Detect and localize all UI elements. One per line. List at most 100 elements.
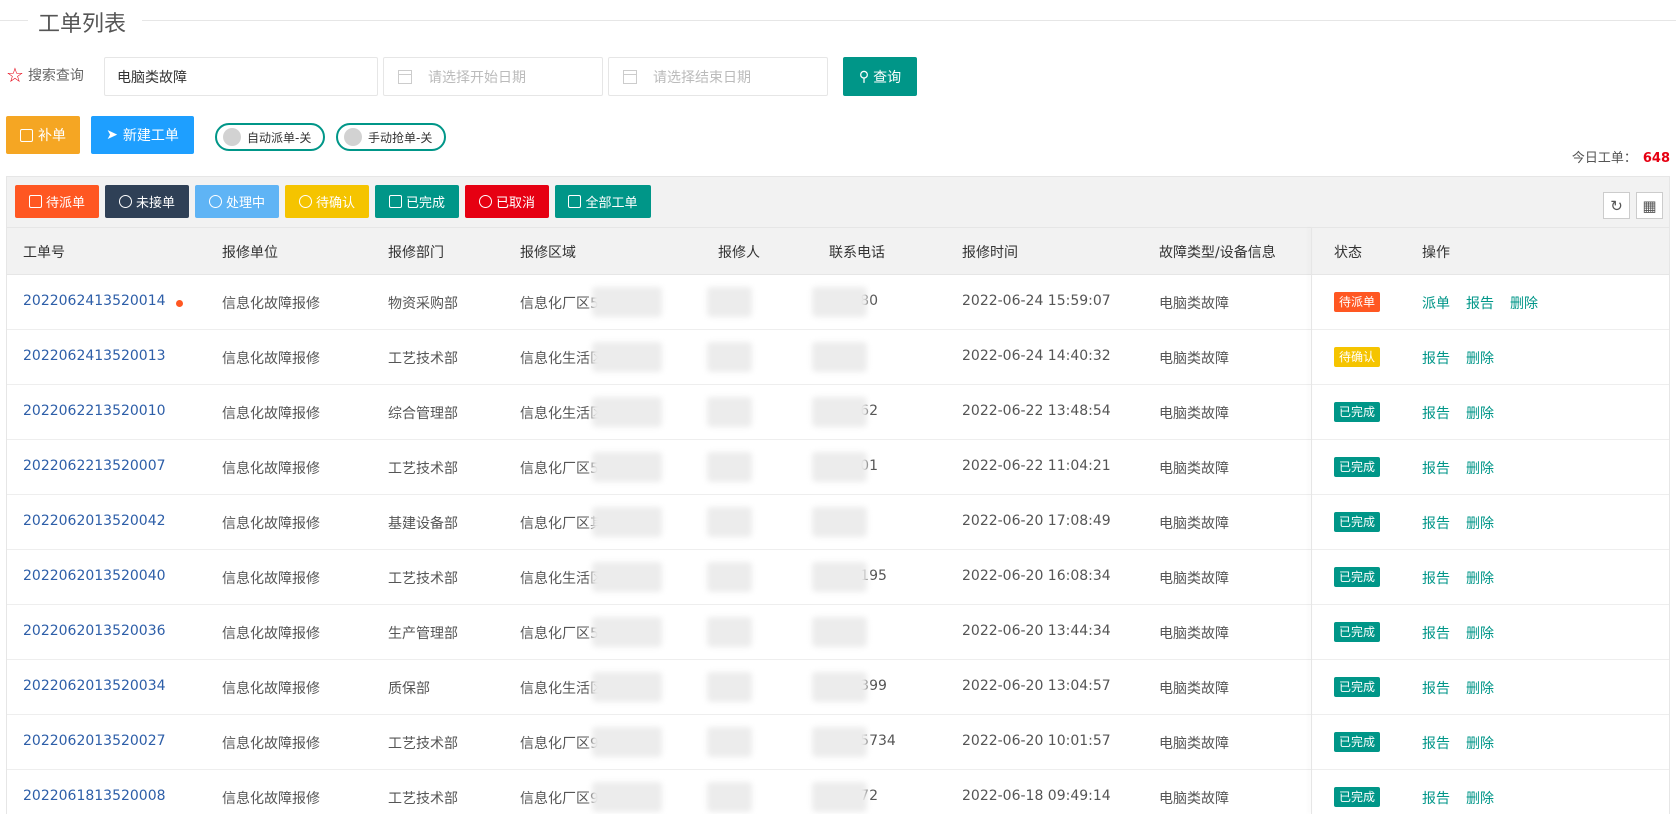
table-row: 2022062013520034信息化故障报修质保部信息化生活区18 13992… xyxy=(7,660,1669,715)
column-header: 报修区域 xyxy=(520,245,576,261)
tab-label: 处理中 xyxy=(225,196,265,211)
delete-link[interactable]: 删除 xyxy=(1466,458,1494,478)
table-row: 2022062013520027信息化故障报修工艺技术部信息化厂区9-1留生15… xyxy=(7,715,1669,770)
today-count-value: 648 xyxy=(1642,151,1670,166)
supplement-button[interactable]: 补单 xyxy=(6,116,80,154)
order-id-link[interactable]: 2022062013520042 xyxy=(23,513,166,529)
auto-dispatch-toggle[interactable]: 自动派单-关 xyxy=(215,123,325,151)
privacy-blur xyxy=(707,397,752,427)
row-actions: 报告 删除 xyxy=(1422,623,1494,643)
repair-time: 2022-06-20 17:08:49 xyxy=(962,513,1111,529)
table-row: 2022062413520013信息化故障报修工艺技术部信息化生活区688202… xyxy=(7,330,1669,385)
report-link[interactable]: 报告 xyxy=(1422,513,1450,533)
order-id-link[interactable]: 2022062213520007 xyxy=(23,458,166,474)
columns-icon[interactable]: ▦ xyxy=(1636,192,1663,219)
privacy-blur xyxy=(707,617,752,647)
delete-link[interactable]: 删除 xyxy=(1466,733,1494,753)
delete-link[interactable]: 删除 xyxy=(1510,293,1538,313)
delete-link[interactable]: 删除 xyxy=(1466,788,1494,808)
clipboard-icon xyxy=(20,128,33,142)
keyword-input[interactable]: 电脑类故障 xyxy=(104,57,378,96)
report-link[interactable]: 报告 xyxy=(1466,293,1494,313)
tab-to-confirm[interactable]: 待确认 xyxy=(285,185,369,218)
column-header: 报修部门 xyxy=(388,245,444,261)
tab-label: 待确认 xyxy=(315,196,355,211)
delete-link[interactable]: 删除 xyxy=(1466,678,1494,698)
start-date-input[interactable]: 请选择开始日期 xyxy=(383,57,603,96)
privacy-blur xyxy=(592,782,662,812)
today-label: 今日工单： xyxy=(1571,151,1637,166)
repair-dept: 综合管理部 xyxy=(388,406,458,422)
order-id-link[interactable]: 2022062013520036 xyxy=(23,623,166,639)
tab-completed[interactable]: 已完成 xyxy=(375,185,459,218)
order-id-link[interactable]: 2022062013520034 xyxy=(23,678,166,694)
privacy-blur xyxy=(707,287,752,317)
report-link[interactable]: 报告 xyxy=(1422,788,1450,808)
repair-time: 2022-06-24 14:40:32 xyxy=(962,348,1111,364)
repair-time: 2022-06-24 15:59:07 xyxy=(962,293,1111,309)
privacy-blur xyxy=(812,342,867,372)
query-button[interactable]: ⚲ 查询 xyxy=(843,57,917,96)
status-badge: 待派单 xyxy=(1334,292,1381,312)
report-link[interactable]: 报告 xyxy=(1422,678,1450,698)
privacy-blur xyxy=(707,342,752,372)
privacy-blur xyxy=(812,672,867,702)
order-id-link[interactable]: 2022062013520027 xyxy=(23,733,166,749)
row-actions: 报告 删除 xyxy=(1422,513,1494,533)
order-id-link[interactable]: 2022062213520010 xyxy=(23,403,166,419)
repair-time: 2022-06-20 13:44:34 xyxy=(962,623,1111,639)
fault-type: 电脑类故障 xyxy=(1159,461,1229,477)
table-row: 2022061813520008信息化故障报修工艺技术部信息化厂区9-1志强18… xyxy=(7,770,1669,814)
repair-time: 2022-06-20 16:08:34 xyxy=(962,568,1111,584)
repair-dept: 基建设备部 xyxy=(388,516,458,532)
dispatch-link[interactable]: 派单 xyxy=(1422,293,1450,313)
column-header: 联系电话 xyxy=(829,245,885,261)
privacy-blur xyxy=(812,287,867,317)
order-id-link[interactable]: 2022062013520040 xyxy=(23,568,166,584)
tab-not-accepted[interactable]: 未接单 xyxy=(105,185,189,218)
order-id-link[interactable]: 2022062413520014 xyxy=(23,293,166,309)
report-link[interactable]: 报告 xyxy=(1422,623,1450,643)
report-link[interactable]: 报告 xyxy=(1422,458,1450,478)
fault-type: 电脑类故障 xyxy=(1159,516,1229,532)
report-link[interactable]: 报告 xyxy=(1422,733,1450,753)
privacy-blur xyxy=(592,562,662,592)
row-actions: 报告 删除 xyxy=(1422,348,1494,368)
delete-link[interactable]: 删除 xyxy=(1466,623,1494,643)
repair-time: 2022-06-22 11:04:21 xyxy=(962,458,1111,474)
delete-link[interactable]: 删除 xyxy=(1466,403,1494,423)
delete-link[interactable]: 删除 xyxy=(1466,348,1494,368)
today-count: 今日工单： 648 xyxy=(1572,147,1670,166)
row-actions: 报告 删除 xyxy=(1422,733,1494,753)
row-actions: 报告 删除 xyxy=(1422,678,1494,698)
order-id-link[interactable]: 2022062413520013 xyxy=(23,348,166,364)
privacy-blur xyxy=(592,287,662,317)
manual-grab-toggle[interactable]: 手动抢单-关 xyxy=(336,123,446,151)
column-header: 工单号 xyxy=(23,245,65,261)
new-order-button[interactable]: ➤ 新建工单 xyxy=(91,116,194,154)
tab-all-orders[interactable]: 全部工单 xyxy=(555,185,651,218)
repair-dept: 质保部 xyxy=(388,681,430,697)
end-date-input[interactable]: 请选择结束日期 xyxy=(608,57,828,96)
repair-time: 2022-06-18 09:49:14 xyxy=(962,788,1111,804)
tab-cancelled[interactable]: 已取消 xyxy=(465,185,549,218)
page-title: 工单列表 xyxy=(38,12,127,37)
repair-time: 2022-06-20 10:01:57 xyxy=(962,733,1111,749)
query-button-label: 查询 xyxy=(873,69,902,86)
tab-pending-dispatch[interactable]: 待派单 xyxy=(15,185,99,218)
fault-type: 电脑类故障 xyxy=(1159,406,1229,422)
refresh-icon[interactable]: ↻ xyxy=(1603,192,1630,219)
status-badge: 已完成 xyxy=(1334,677,1381,697)
report-link[interactable]: 报告 xyxy=(1422,348,1450,368)
delete-link[interactable]: 删除 xyxy=(1466,568,1494,588)
table-row: 2022062213520010信息化故障报修综合管理部信息化生活区158 62… xyxy=(7,385,1669,440)
column-header: 状态 xyxy=(1334,245,1362,261)
report-link[interactable]: 报告 xyxy=(1422,568,1450,588)
star-icon: ☆ xyxy=(6,63,24,87)
report-link[interactable]: 报告 xyxy=(1422,403,1450,423)
order-id-link[interactable]: 2022061813520008 xyxy=(23,788,166,804)
status-badge: 已完成 xyxy=(1334,457,1381,477)
row-actions: 报告 删除 xyxy=(1422,568,1494,588)
tab-processing[interactable]: 处理中 xyxy=(195,185,279,218)
delete-link[interactable]: 删除 xyxy=(1466,513,1494,533)
